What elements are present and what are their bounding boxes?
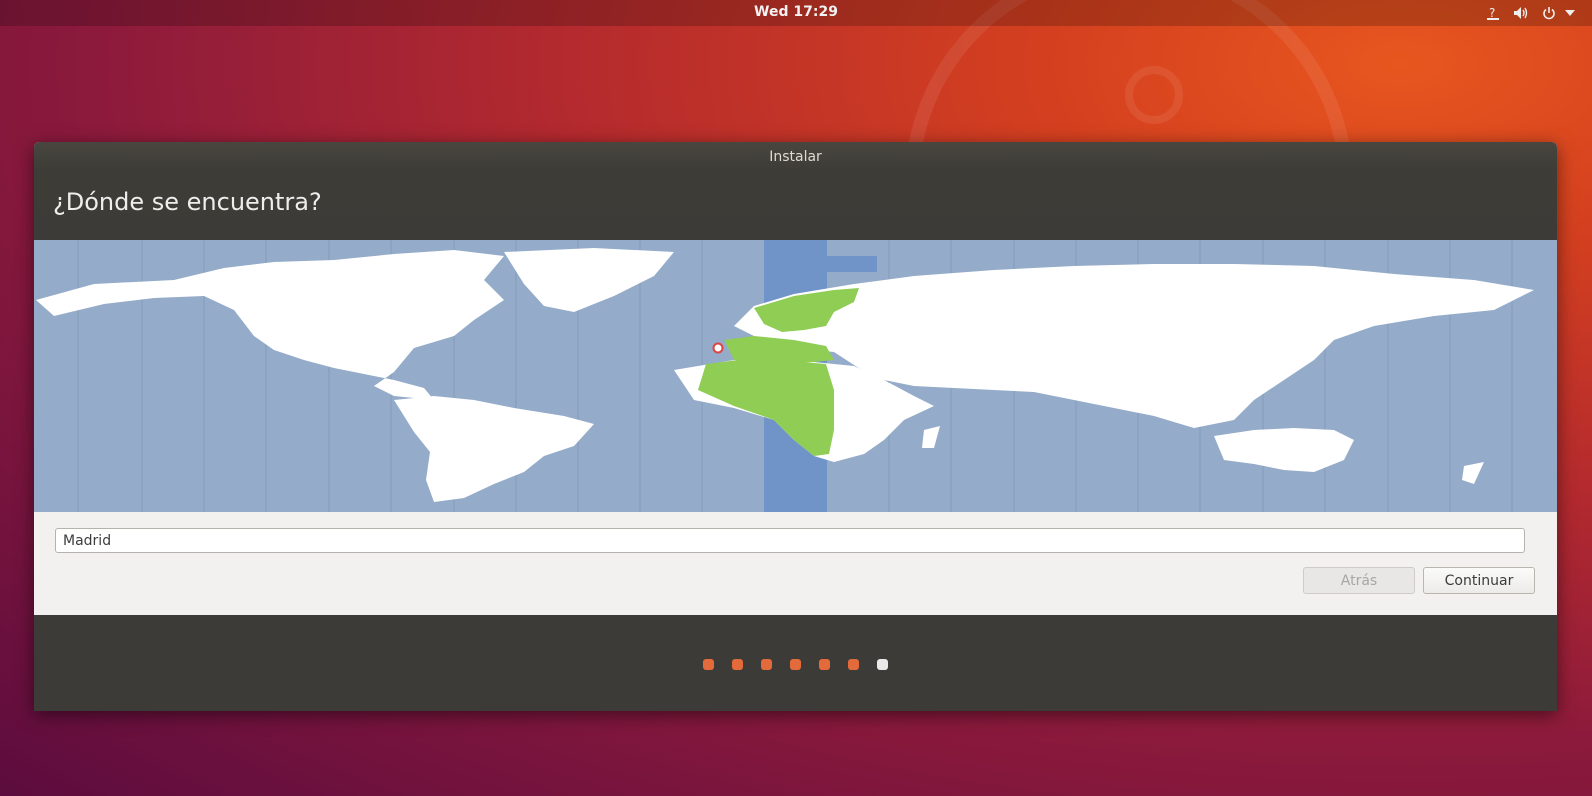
progress-dot [703, 659, 714, 670]
accessibility-question-icon[interactable]: ? [1484, 4, 1502, 22]
progress-dot [732, 659, 743, 670]
wallpaper-ring-small [1125, 66, 1183, 124]
window-title: Instalar [769, 149, 822, 165]
timezone-map[interactable] [34, 240, 1557, 512]
progress-dots [34, 659, 1557, 670]
progress-dot [790, 659, 801, 670]
window-header: Instalar ¿Dónde se encuentra? [34, 142, 1557, 240]
chevron-down-icon[interactable] [1563, 4, 1577, 22]
world-map-graphic [36, 240, 1534, 512]
progress-dot [819, 659, 830, 670]
location-pin-icon [712, 342, 724, 354]
installer-window: Instalar ¿Dónde se encuentra? Madrid Atr… [34, 142, 1557, 711]
progress-dot-current [877, 659, 888, 670]
power-icon[interactable] [1540, 4, 1558, 22]
back-button[interactable]: Atrás [1303, 567, 1415, 594]
svg-text:?: ? [1489, 6, 1495, 20]
progress-footer [34, 615, 1557, 711]
clock[interactable]: Wed 17:29 [0, 4, 1592, 20]
progress-dot [848, 659, 859, 670]
location-input[interactable] [55, 528, 1525, 553]
page-heading: ¿Dónde se encuentra? [53, 188, 322, 216]
continue-button[interactable]: Continuar [1423, 567, 1535, 594]
progress-dot [761, 659, 772, 670]
top-panel: Wed 17:29 ? [0, 0, 1592, 26]
volume-icon[interactable] [1511, 4, 1531, 22]
